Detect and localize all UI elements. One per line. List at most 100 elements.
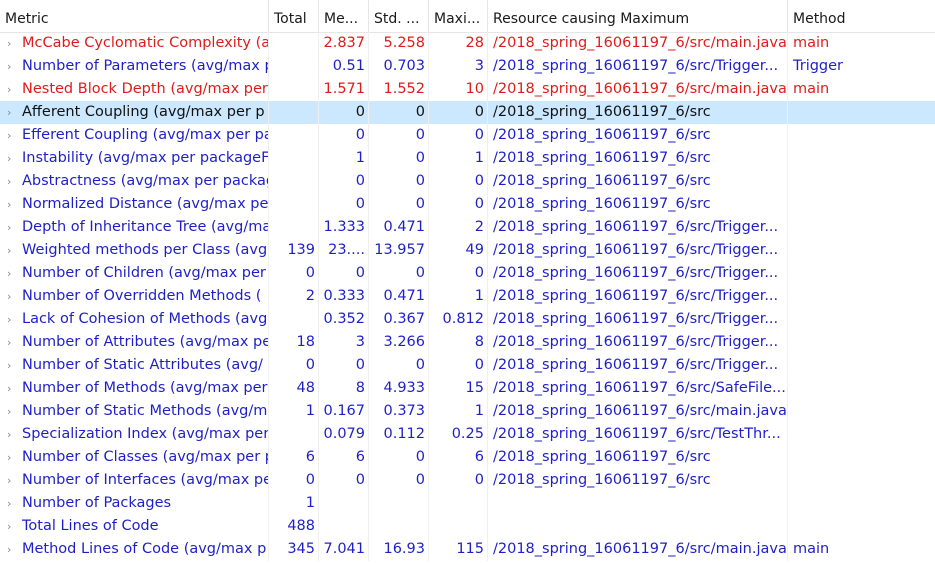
table-row[interactable]: › Number of Parameters (avg/max p 0.51 0.70… xyxy=(0,55,935,78)
column-header-maximum[interactable]: Maxi... xyxy=(429,0,488,32)
table-row[interactable]: › McCabe Cyclomatic Complexity (a 2.837 5.2… xyxy=(0,32,935,55)
std-dev-cell: 16.93 xyxy=(369,538,429,561)
total-cell xyxy=(269,170,319,193)
total-cell: 488 xyxy=(269,515,319,538)
table-header: Metric Total Me... Std. ... Maxi... Reso… xyxy=(0,0,935,33)
std-dev-cell: 0.703 xyxy=(369,55,429,78)
method-cell xyxy=(788,400,935,423)
maximum-cell: 2 xyxy=(429,216,488,239)
table-row[interactable]: › Nested Block Depth (avg/max per 1.571 1.5… xyxy=(0,78,935,101)
mean-cell: 0 xyxy=(319,354,369,377)
total-cell xyxy=(269,101,319,124)
maximum-cell xyxy=(429,515,488,538)
total-cell xyxy=(269,216,319,239)
metric-name-cell: Number of Parameters (avg/max p xyxy=(0,55,269,78)
resource-cell: /2018_spring_16061197_6/src/Trigger... xyxy=(488,308,788,331)
table-row[interactable]: › Number of Children (avg/max per 0 0 0 0/201… xyxy=(0,262,935,285)
mean-cell: 7.041 xyxy=(319,538,369,561)
column-header-mean[interactable]: Me... xyxy=(319,0,369,32)
metric-name-cell: Efferent Coupling (avg/max per pa xyxy=(0,124,269,147)
column-header-metric[interactable]: Metric xyxy=(0,0,269,32)
table-row[interactable]: › Depth of Inheritance Tree (avg/ma 1.333 0… xyxy=(0,216,935,239)
total-cell: 0 xyxy=(269,469,319,492)
total-cell: 0 xyxy=(269,354,319,377)
metric-name-cell: Lack of Cohesion of Methods (avg xyxy=(0,308,269,331)
table-row[interactable]: › Efferent Coupling (avg/max per pa 0 0 0/20… xyxy=(0,124,935,147)
metric-name-cell: Number of Attributes (avg/max pe xyxy=(0,331,269,354)
metric-name-cell: Number of Interfaces (avg/max pe xyxy=(0,469,269,492)
std-dev-cell: 0 xyxy=(369,446,429,469)
resource-cell xyxy=(488,492,788,515)
std-dev-cell: 4.933 xyxy=(369,377,429,400)
metric-name-cell: Normalized Distance (avg/max pe xyxy=(0,193,269,216)
method-cell xyxy=(788,147,935,170)
table-row[interactable]: › Instability (avg/max per packageFr 1 0 1/2… xyxy=(0,147,935,170)
method-cell xyxy=(788,193,935,216)
table-row[interactable]: › Number of Static Methods (avg/m 1 0.167 0.… xyxy=(0,400,935,423)
metric-name-cell: Depth of Inheritance Tree (avg/ma xyxy=(0,216,269,239)
std-dev-cell: 0.471 xyxy=(369,216,429,239)
method-cell xyxy=(788,492,935,515)
method-cell xyxy=(788,515,935,538)
maximum-cell: 0.812 xyxy=(429,308,488,331)
table-row[interactable]: › Number of Overridden Methods (2 0.333 0.4… xyxy=(0,285,935,308)
method-cell xyxy=(788,216,935,239)
table-row[interactable]: › Number of Classes (avg/max per p 6 6 0 6/20… xyxy=(0,446,935,469)
table-row[interactable]: › Number of Packages 1 xyxy=(0,492,935,515)
table-row[interactable]: › Total Lines of Code 488 xyxy=(0,515,935,538)
table-row[interactable]: › Number of Attributes (avg/max pe 18 3 3.26… xyxy=(0,331,935,354)
method-cell xyxy=(788,423,935,446)
metrics-table: Metric Total Me... Std. ... Maxi... Reso… xyxy=(0,0,935,565)
total-cell xyxy=(269,55,319,78)
std-dev-cell: 0 xyxy=(369,193,429,216)
table-row[interactable]: › Afferent Coupling (avg/max per p 0 0 0/201… xyxy=(0,101,935,124)
mean-cell xyxy=(319,515,369,538)
mean-cell: 2.837 xyxy=(319,32,369,55)
table-row[interactable]: › Method Lines of Code (avg/max p 345 7.041… xyxy=(0,538,935,561)
table-row[interactable]: › Abstractness (avg/max per packag 0 0 0/201… xyxy=(0,170,935,193)
metric-name-cell: Number of Packages xyxy=(0,492,269,515)
table-row[interactable]: › Weighted methods per Class (avg 139 23...… xyxy=(0,239,935,262)
std-dev-cell: 5.258 xyxy=(369,32,429,55)
std-dev-cell: 0.112 xyxy=(369,423,429,446)
table-row[interactable]: › Specialization Index (avg/max per 0.079 0… xyxy=(0,423,935,446)
table-row[interactable]: › Number of Interfaces (avg/max pe 0 0 0 0/20… xyxy=(0,469,935,492)
resource-cell: /2018_spring_16061197_6/src xyxy=(488,446,788,469)
column-header-method[interactable]: Method xyxy=(788,0,935,32)
metric-name-cell: Number of Static Methods (avg/m xyxy=(0,400,269,423)
mean-cell xyxy=(319,492,369,515)
column-header-std-dev[interactable]: Std. ... xyxy=(369,0,429,32)
table-row[interactable]: › Lack of Cohesion of Methods (avg 0.352 0.… xyxy=(0,308,935,331)
table-row[interactable]: › Number of Methods (avg/max per 48 8 4.933 1… xyxy=(0,377,935,400)
metric-name-cell: Nested Block Depth (avg/max per xyxy=(0,78,269,101)
std-dev-cell: 1.552 xyxy=(369,78,429,101)
method-cell xyxy=(788,308,935,331)
table-row[interactable]: › Normalized Distance (avg/max pe 0 0 0/2018… xyxy=(0,193,935,216)
mean-cell: 0.333 xyxy=(319,285,369,308)
resource-cell: /2018_spring_16061197_6/src/Trigger... xyxy=(488,354,788,377)
resource-cell: /2018_spring_16061197_6/src/Trigger... xyxy=(488,262,788,285)
maximum-cell: 28 xyxy=(429,32,488,55)
total-cell xyxy=(269,124,319,147)
resource-cell: /2018_spring_16061197_6/src/main.java xyxy=(488,538,788,561)
method-cell: main xyxy=(793,81,830,97)
metric-name-cell: Abstractness (avg/max per packag xyxy=(0,170,269,193)
column-header-total[interactable]: Total xyxy=(269,0,319,32)
method-cell xyxy=(788,331,935,354)
std-dev-cell: 0 xyxy=(369,101,429,124)
metric-name-cell: Number of Static Attributes (avg/ xyxy=(0,354,269,377)
std-dev-cell: 0.471 xyxy=(369,285,429,308)
metric-name-cell: McCabe Cyclomatic Complexity (a xyxy=(0,32,269,55)
maximum-cell: 0 xyxy=(429,170,488,193)
table-row[interactable]: › Number of Static Attributes (avg/0 0 0 0/2… xyxy=(0,354,935,377)
method-cell xyxy=(788,239,935,262)
std-dev-cell xyxy=(369,515,429,538)
column-header-resource[interactable]: Resource causing Maximum xyxy=(488,0,788,32)
mean-cell: 0 xyxy=(319,124,369,147)
metric-name-cell: Number of Methods (avg/max per xyxy=(0,377,269,400)
maximum-cell: 0.25 xyxy=(429,423,488,446)
resource-cell: /2018_spring_16061197_6/src/main.java xyxy=(488,400,788,423)
total-cell: 0 xyxy=(269,262,319,285)
std-dev-cell: 0 xyxy=(369,147,429,170)
resource-cell: /2018_spring_16061197_6/src xyxy=(488,170,788,193)
